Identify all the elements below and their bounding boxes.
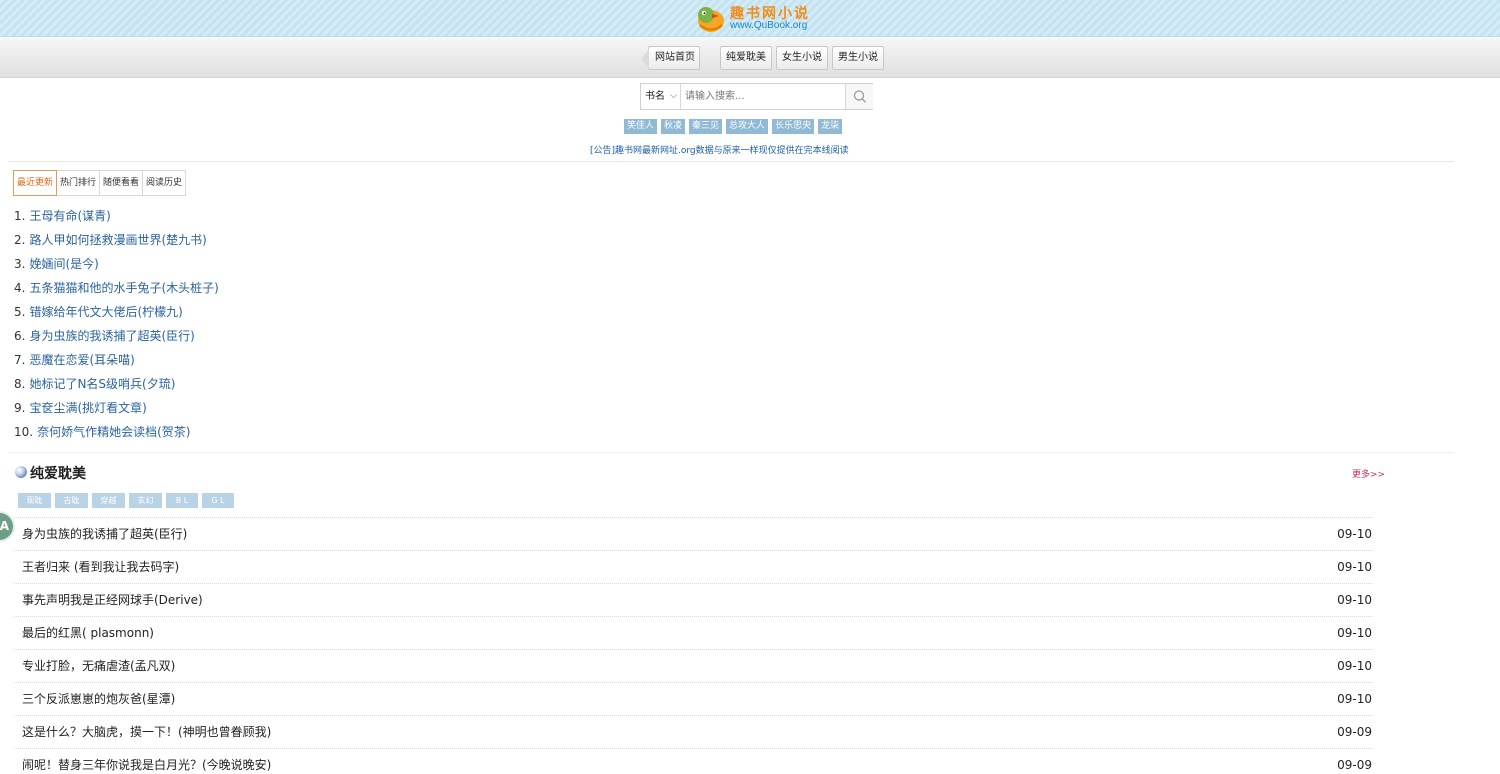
list-tabs: 最近更新 热门排行 随便看看 阅读历史: [13, 170, 187, 196]
book-link[interactable]: 路人甲如何拯救漫画世界(楚九书): [29, 233, 206, 247]
section-title: 纯爱耽美: [30, 466, 86, 482]
book-link[interactable]: 三个反派崽崽的炮灰爸(星潭): [22, 683, 175, 715]
more-link[interactable]: 更多>>: [1352, 467, 1385, 480]
book-link[interactable]: 恶魔在恋爱(耳朵喵): [29, 353, 134, 367]
hot-tag[interactable]: 总攻大人: [726, 119, 769, 134]
floating-font-button[interactable]: A: [0, 511, 15, 542]
rank-number: 1.: [14, 209, 26, 223]
book-link[interactable]: 身为虫族的我诱捕了超英(臣行): [29, 329, 194, 343]
cartoon-bird-icon: [698, 7, 724, 32]
table-row: 三个反派崽崽的炮灰爸(星潭) 09-10: [14, 683, 1373, 716]
book-link[interactable]: 专业打脸，无痛虐渣(孟凡双): [22, 650, 175, 682]
update-date: 09-10: [1337, 593, 1372, 607]
list-item: 1. 王母有命(谋青): [14, 205, 219, 229]
book-link[interactable]: 娩婳间(是今): [29, 257, 98, 271]
book-link[interactable]: 五条猫猫和他的水手兔子(木头桩子): [29, 281, 218, 295]
update-date: 09-10: [1337, 692, 1372, 706]
chevron-down-icon: ⌵: [670, 91, 677, 101]
table-row: 王者归来 (看到我让我去码字) 09-10: [14, 551, 1373, 584]
list-item: 3. 娩婳间(是今): [14, 253, 219, 277]
category-book-list: 身为虫族的我诱捕了超英(臣行) 09-10 王者归来 (看到我让我去码字) 09-1…: [14, 517, 1373, 774]
nav-female-novels[interactable]: 女生小说: [776, 46, 828, 70]
list-item: 7. 恶魔在恋爱(耳朵喵): [14, 349, 219, 373]
nav-home[interactable]: 网站首页: [641, 46, 700, 70]
table-row: 事先声明我是正经网球手(Derive) 09-10: [14, 584, 1373, 617]
rank-number: 9.: [14, 401, 26, 415]
table-row: 最后的红黑( plasmonn) 09-10: [14, 617, 1373, 650]
hot-tag[interactable]: 秦三见: [689, 119, 723, 134]
rank-number: 7.: [14, 353, 26, 367]
rank-number: 2.: [14, 233, 26, 247]
update-date: 09-09: [1337, 758, 1372, 772]
site-logo[interactable]: 趣书网小说 www.QuBook.org: [694, 1, 834, 35]
update-date: 09-10: [1337, 560, 1372, 574]
announcement-link[interactable]: [公告]趣书网最新网址.org数据与原来一样现仅提供在完本线阅读: [590, 143, 849, 156]
hot-search-tags: 笑佳人 秋凌 秦三见 总攻大人 长乐思央 龙柒: [624, 119, 846, 135]
book-link[interactable]: 最后的红黑( plasmonn): [22, 617, 154, 649]
search-type-select[interactable]: 书名 ⌵: [641, 84, 681, 109]
rank-number: 4.: [14, 281, 26, 295]
table-row: 闹呢！替身三年你说我是白月光？(今晚说晚安) 09-09: [14, 749, 1373, 774]
genre-tag[interactable]: B L: [166, 493, 198, 508]
hot-tag[interactable]: 龙柒: [818, 119, 843, 134]
genre-tag[interactable]: 玄幻: [129, 493, 162, 508]
genre-tag[interactable]: 现耽: [18, 493, 51, 508]
main-nav: 网站首页 纯爱耽美 女生小说 男生小说: [0, 38, 1500, 78]
tab-recent-updates[interactable]: 最近更新: [13, 170, 58, 196]
search-button[interactable]: [845, 84, 873, 109]
update-date: 09-10: [1337, 527, 1372, 541]
nav-male-novels[interactable]: 男生小说: [832, 46, 884, 70]
list-item: 10. 奈何娇气作精她会读档(贺茶): [14, 421, 219, 445]
tab-hot-ranking[interactable]: 热门排行: [56, 170, 101, 196]
genre-tag[interactable]: G L: [202, 493, 234, 508]
list-item: 6. 身为虫族的我诱捕了超英(臣行): [14, 325, 219, 349]
rank-number: 6.: [14, 329, 26, 343]
book-link[interactable]: 闹呢！替身三年你说我是白月光？(今晚说晚安): [22, 749, 271, 774]
recent-updates-list: 1. 王母有命(谋青) 2. 路人甲如何拯救漫画世界(楚九书) 3. 娩婳间(是今) …: [14, 205, 219, 445]
nav-danmei[interactable]: 纯爱耽美: [720, 46, 772, 70]
rank-number: 3.: [14, 257, 26, 271]
rank-number: 8.: [14, 377, 26, 391]
search-input[interactable]: [682, 84, 845, 109]
book-link[interactable]: 错嫁给年代文大佬后(柠檬九): [29, 305, 182, 319]
search-bar: 书名 ⌵: [640, 83, 873, 110]
header-banner: 趣书网小说 www.QuBook.org: [0, 0, 1500, 37]
book-link[interactable]: 宝奁尘满(挑灯看文章): [29, 401, 146, 415]
book-link[interactable]: 事先声明我是正经网球手(Derive): [22, 584, 203, 616]
genre-tag[interactable]: 穿越: [92, 493, 125, 508]
search-icon: [853, 90, 866, 103]
list-item: 9. 宝奁尘满(挑灯看文章): [14, 397, 219, 421]
book-link[interactable]: 她标记了N名S级哨兵(夕琉): [29, 377, 175, 391]
divider: [8, 452, 1454, 453]
update-date: 09-10: [1337, 659, 1372, 673]
globe-icon: [15, 466, 27, 478]
rank-number: 5.: [14, 305, 26, 319]
hot-tag[interactable]: 笑佳人: [624, 119, 658, 134]
hot-tag[interactable]: 秋凌: [661, 119, 686, 134]
update-date: 09-10: [1337, 626, 1372, 640]
table-row: 身为虫族的我诱捕了超英(臣行) 09-10: [14, 518, 1373, 551]
book-link[interactable]: 奈何娇气作精她会读档(贺茶): [37, 425, 190, 439]
list-item: 8. 她标记了N名S级哨兵(夕琉): [14, 373, 219, 397]
hot-tag[interactable]: 长乐思央: [772, 119, 815, 134]
book-link[interactable]: 王者归来 (看到我让我去码字): [22, 551, 179, 583]
list-item: 5. 错嫁给年代文大佬后(柠檬九): [14, 301, 219, 325]
genre-tags: 现耽 古耽 穿越 玄幻 B L G L: [18, 493, 238, 508]
table-row: 专业打脸，无痛虐渣(孟凡双) 09-10: [14, 650, 1373, 683]
list-item: 2. 路人甲如何拯救漫画世界(楚九书): [14, 229, 219, 253]
divider: [8, 161, 1454, 162]
book-link[interactable]: 王母有命(谋青): [29, 209, 110, 223]
book-link[interactable]: 身为虫族的我诱捕了超英(臣行): [22, 518, 187, 550]
book-link[interactable]: 这是什么？大脑虎，摸一下！(神明也曾眷顾我): [22, 716, 271, 748]
rank-number: 10.: [14, 425, 34, 439]
update-date: 09-09: [1337, 725, 1372, 739]
search-type-label: 书名: [645, 91, 665, 102]
tab-reading-history[interactable]: 阅读历史: [142, 170, 187, 196]
table-row: 这是什么？大脑虎，摸一下！(神明也曾眷顾我) 09-09: [14, 716, 1373, 749]
logo-url: www.QuBook.org: [730, 20, 808, 31]
genre-tag[interactable]: 古耽: [55, 493, 88, 508]
list-item: 4. 五条猫猫和他的水手兔子(木头桩子): [14, 277, 219, 301]
tab-random[interactable]: 随便看看: [99, 170, 144, 196]
